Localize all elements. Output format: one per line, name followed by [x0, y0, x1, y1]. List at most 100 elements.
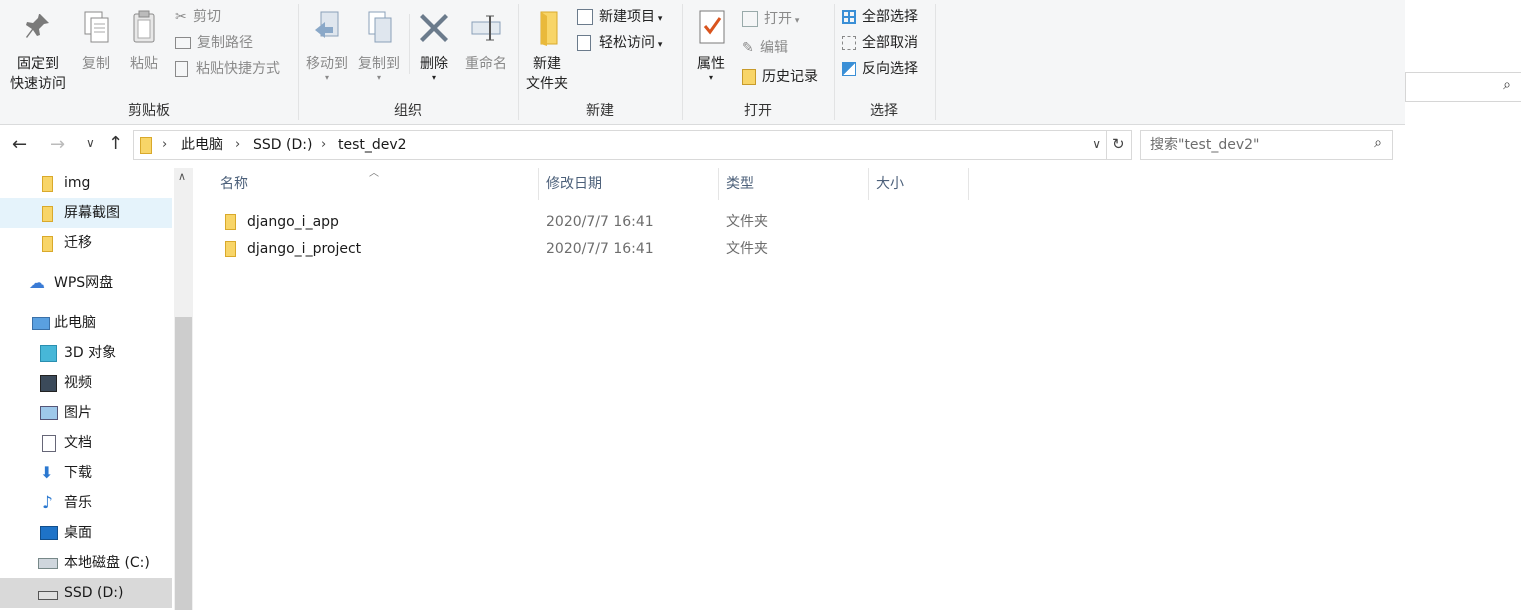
pin-label-line2: 快速访问 [10, 76, 66, 92]
paste-shortcut-button[interactable]: 粘贴快捷方式 [175, 58, 280, 80]
folder-icon [42, 236, 53, 252]
column-header-size[interactable]: 大小 [876, 168, 904, 200]
open-button[interactable]: 打开 ▾ [742, 8, 799, 30]
history-button[interactable]: 历史记录 [742, 66, 818, 88]
delete-label: 删除 [420, 56, 448, 72]
column-divider[interactable] [968, 168, 969, 200]
rename-button[interactable]: 重命名 [460, 8, 512, 74]
move-to-label: 移动到 [306, 56, 348, 72]
scroll-up-icon: ∧ [178, 170, 187, 183]
copy-label: 复制 [82, 56, 110, 72]
select-none-button[interactable]: 全部取消 [842, 32, 918, 54]
dropdown-arrow-icon: ▾ [324, 73, 329, 82]
drive-icon [38, 591, 58, 600]
invert-selection-button[interactable]: 反向选择 [842, 58, 918, 80]
new-folder-label-line1: 新建 [533, 56, 561, 72]
nav-item-videos[interactable]: 视频 [0, 368, 172, 398]
video-icon [40, 375, 57, 392]
nav-item-label: 此电脑 [54, 315, 96, 331]
table-row[interactable]: django_i_project 2020/7/7 16:41 文件夹 [215, 236, 975, 262]
folder-icon [225, 241, 236, 257]
select-all-button[interactable]: 全部选择 [842, 6, 918, 28]
copy-to-button[interactable]: 复制到 ▾ [354, 8, 404, 82]
open-icon [742, 11, 758, 27]
breadcrumb-test-dev2[interactable]: test_dev2 [338, 131, 407, 159]
nav-item-label: 3D 对象 [64, 345, 117, 361]
select-group-label: 选择 [870, 103, 898, 119]
pin-to-quick-access-button[interactable]: 固定到 快速访问 [4, 8, 72, 94]
easy-access-label: 轻松访问 [599, 35, 655, 51]
column-divider[interactable] [538, 168, 539, 200]
edit-button[interactable]: ✎ 编辑 [742, 37, 788, 59]
move-to-button[interactable]: 移动到 ▾ [302, 8, 352, 82]
column-header-name[interactable]: 名称 [220, 168, 248, 200]
nav-item-this-pc[interactable]: 此电脑 [0, 308, 172, 338]
dropdown-arrow-icon: ▾ [655, 40, 663, 50]
nav-scrollbar-thumb[interactable] [175, 317, 192, 610]
nav-item-wps-cloud[interactable]: ☁ WPS网盘 [0, 268, 172, 298]
delete-button[interactable]: 删除 ▾ [412, 8, 456, 82]
column-header-date[interactable]: 修改日期 [546, 168, 602, 200]
nav-item-label: 图片 [64, 405, 92, 421]
paste-button[interactable]: 粘贴 [122, 8, 166, 74]
select-none-label: 全部取消 [862, 35, 918, 51]
recent-locations-button[interactable]: ∨ [86, 136, 95, 150]
nav-item-screenshots[interactable]: 屏幕截图 [0, 198, 172, 228]
organize-group-label: 组织 [394, 103, 422, 119]
new-folder-button[interactable]: 新建 文件夹 [522, 8, 572, 94]
nav-item-documents[interactable]: 文档 [0, 428, 172, 458]
nav-item-3d-objects[interactable]: 3D 对象 [0, 338, 172, 368]
search-input[interactable]: 搜索"test_dev2" ⌕ [1140, 130, 1393, 160]
nav-item-local-disk-c[interactable]: 本地磁盘 (C:) [0, 548, 172, 578]
file-type: 文件夹 [726, 214, 768, 230]
nav-item-img[interactable]: img [0, 168, 172, 198]
copy-path-button[interactable]: 复制路径 [175, 32, 253, 54]
copy-button[interactable]: 复制 [74, 8, 118, 74]
select-all-label: 全部选择 [862, 9, 918, 25]
background-search-box: ⌕ [1405, 72, 1521, 102]
address-bar[interactable]: › 此电脑 › SSD (D:) › test_dev2 ∨ ↻ [133, 130, 1132, 160]
divider [935, 4, 936, 120]
dropdown-arrow-icon: ▾ [792, 16, 800, 26]
column-divider[interactable] [868, 168, 869, 200]
clipboard-group-label: 剪贴板 [128, 103, 170, 119]
forward-arrow-icon: → [50, 134, 66, 155]
forward-button[interactable]: → [50, 134, 65, 155]
nav-item-downloads[interactable]: ⬇ 下载 [0, 458, 172, 488]
refresh-button[interactable]: ↻ [1106, 131, 1131, 159]
cut-button[interactable]: ✂ 剪切 [175, 6, 221, 28]
nav-item-migrate[interactable]: 迁移 [0, 228, 172, 258]
breadcrumb-this-pc[interactable]: 此电脑 [181, 131, 223, 159]
nav-item-ssd-d[interactable]: SSD (D:) [0, 578, 172, 608]
paste-label: 粘贴 [130, 56, 158, 72]
select-all-icon [842, 10, 856, 24]
table-row[interactable]: django_i_app 2020/7/7 16:41 文件夹 [215, 209, 975, 235]
sort-ascending-icon: ︿ [369, 168, 379, 179]
nav-item-label: img [64, 175, 91, 191]
easy-access-button[interactable]: 轻松访问 ▾ [577, 32, 662, 54]
back-button[interactable]: ← [12, 134, 27, 155]
column-divider[interactable] [718, 168, 719, 200]
edit-pencil-icon: ✎ [742, 40, 754, 56]
up-arrow-icon: ↑ [108, 133, 124, 154]
file-date: 2020/7/7 16:41 [546, 214, 654, 230]
invert-selection-label: 反向选择 [862, 61, 918, 77]
up-button[interactable]: ↑ [108, 133, 123, 154]
cut-label: 剪切 [193, 9, 221, 25]
new-item-button[interactable]: 新建项目 ▾ [577, 6, 662, 28]
nav-item-desktop[interactable]: 桌面 [0, 518, 172, 548]
nav-item-label: 桌面 [64, 525, 92, 541]
properties-button[interactable]: 属性 ▾ [688, 8, 734, 82]
new-folder-icon [540, 11, 558, 46]
address-dropdown-button[interactable]: ∨ [1092, 137, 1101, 151]
file-type: 文件夹 [726, 241, 768, 257]
file-name: django_i_project [247, 241, 362, 257]
column-header-type[interactable]: 类型 [726, 168, 754, 200]
paste-icon [133, 10, 155, 43]
search-icon: ⌕ [1374, 135, 1382, 151]
copy-to-icon [368, 11, 392, 43]
nav-item-pictures[interactable]: 图片 [0, 398, 172, 428]
history-icon [742, 69, 756, 85]
breadcrumb-ssd-d[interactable]: SSD (D:) [253, 131, 312, 159]
nav-item-music[interactable]: ♪ 音乐 [0, 488, 172, 518]
